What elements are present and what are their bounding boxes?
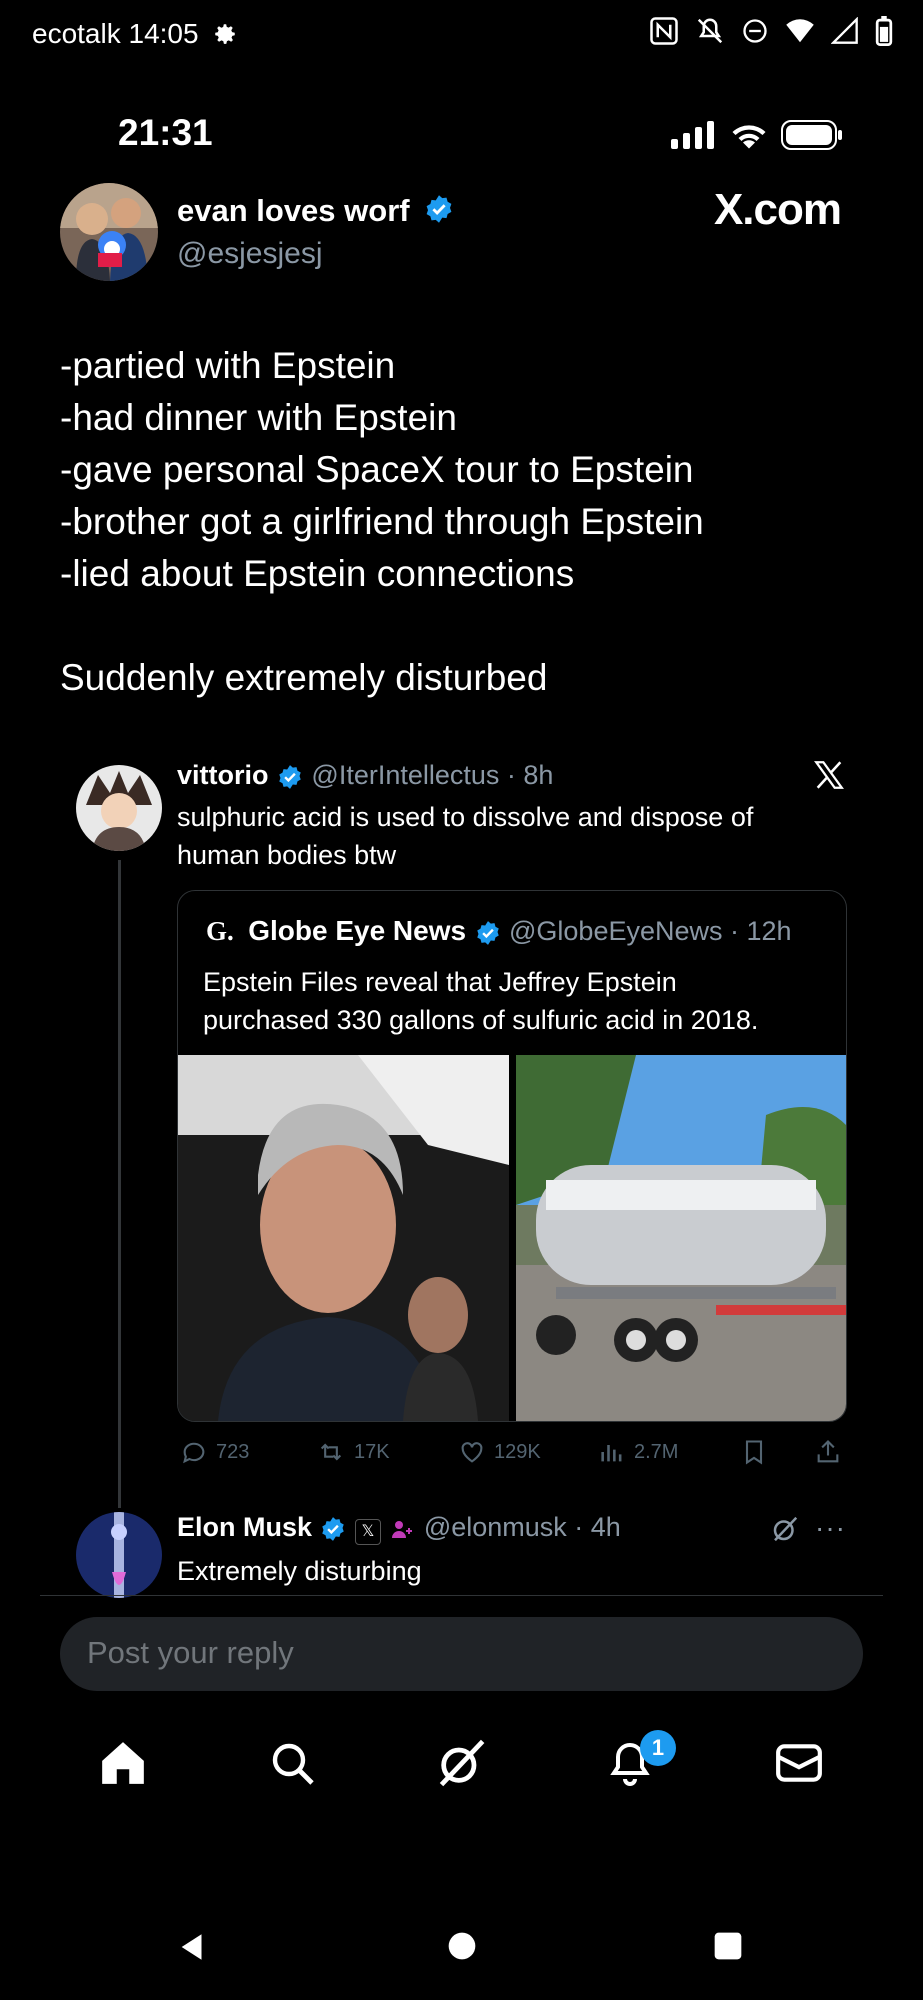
settings-gear-icon [212, 21, 238, 54]
author-avatar[interactable] [60, 183, 158, 281]
nested-name[interactable]: Globe Eye News [248, 915, 466, 946]
reply-text: Extremely disturbing [177, 1556, 422, 1586]
globe-eye-logo-icon: G. [206, 916, 234, 946]
author-handle[interactable]: @esjesjesj [177, 237, 323, 271]
battery-icon [875, 16, 893, 46]
share-icon[interactable] [814, 1438, 842, 1471]
image-gap [509, 1055, 516, 1421]
verified-badge-icon [475, 920, 501, 951]
nav-search[interactable] [262, 1735, 322, 1795]
nested-text-line: purchased 330 gallons of sulfuric acid i… [203, 1005, 759, 1035]
author-name-row[interactable]: evan loves worf [177, 193, 454, 232]
reply-count-value: 723 [216, 1440, 250, 1463]
quoted-meta: @IterIntellectus · 8h [311, 760, 554, 790]
nested-meta: @GlobeEyeNews · 12h [509, 916, 792, 946]
system-clock: 14:05 [128, 18, 199, 49]
verified-badge-icon [277, 764, 303, 795]
cell-signal-icon [831, 17, 859, 45]
grok-icon[interactable] [770, 1514, 800, 1549]
repost-count-value: 17K [354, 1440, 390, 1463]
quoted-name[interactable]: vittorio [177, 760, 269, 790]
thread-line [118, 860, 121, 1508]
like-count-value: 129K [494, 1440, 541, 1463]
post-body: -partied with Epstein -had dinner with E… [60, 340, 880, 704]
carrier-and-time: ecotalk 14:05 [32, 18, 238, 54]
nested-quote-card[interactable]: G. Globe Eye News @GlobeEyeNews · 12h Ep… [177, 890, 847, 1422]
battery-full-icon [781, 120, 843, 155]
quoted-text: sulphuric acid is used to dissolve and d… [177, 798, 857, 874]
nested-text: Epstein Files reveal that Jeffrey Epstei… [203, 963, 833, 1039]
android-home-icon[interactable] [446, 1930, 478, 1967]
mute-bell-icon [695, 16, 725, 46]
wifi-5g-icon [785, 17, 815, 45]
quoted-avatar[interactable] [76, 765, 162, 851]
post-line: -lied about Epstein connections [60, 553, 575, 594]
post-line: -had dinner with Epstein [60, 397, 457, 438]
system-status-bar: ecotalk 14:05 [0, 0, 923, 70]
nfc-icon [649, 16, 679, 46]
portrait-photo[interactable] [178, 1055, 509, 1421]
author-name[interactable]: evan loves worf [177, 193, 410, 228]
repost-count[interactable]: 17K [316, 1438, 390, 1466]
tanker-photo[interactable] [516, 1055, 846, 1421]
android-back-icon[interactable] [176, 1930, 210, 1969]
nav-home[interactable] [93, 1735, 153, 1795]
nested-text-line: Epstein Files reveal that Jeffrey Epstei… [203, 967, 677, 997]
wifi-icon [731, 121, 767, 154]
android-recents-icon[interactable] [712, 1930, 744, 1967]
x-logo-icon [812, 758, 846, 797]
mail-icon [774, 1740, 824, 1791]
nav-grok[interactable] [431, 1735, 491, 1795]
more-options-icon[interactable]: ··· [815, 1512, 846, 1544]
search-icon [268, 1739, 316, 1792]
reply-header: Elon Musk 𝕏 @elonmusk · 4h [177, 1512, 621, 1547]
nav-messages[interactable] [769, 1735, 829, 1795]
verified-badge-icon [424, 194, 454, 232]
system-icons [649, 16, 893, 46]
quoted-text-line: sulphuric acid is used to dissolve and d… [177, 802, 754, 832]
reply-meta: @elonmusk · 4h [423, 1512, 621, 1542]
grok-nav-icon [435, 1737, 487, 1794]
brand-watermark: X.com [713, 185, 842, 234]
notifications-badge: 1 [640, 1730, 676, 1766]
reply-placeholder: Post your reply [87, 1635, 294, 1670]
post-line: -gave personal SpaceX tour to Epstein [60, 449, 694, 490]
nested-header: G. Globe Eye News @GlobeEyeNews · 12h [206, 915, 792, 951]
do-not-disturb-icon [741, 17, 769, 45]
carrier-label: ecotalk [32, 18, 121, 49]
x-affiliate-badge-icon: 𝕏 [354, 1518, 381, 1545]
affiliate-person-icon [389, 1517, 413, 1546]
reply-divider [40, 1595, 883, 1596]
post-line: -brother got a girlfriend through Epstei… [60, 501, 704, 542]
view-count[interactable]: 2.7M [598, 1438, 678, 1466]
reply-count[interactable]: 723 [180, 1438, 249, 1466]
view-count-value: 2.7M [634, 1440, 679, 1463]
inner-clock: 21:31 [118, 112, 213, 153]
home-icon [98, 1738, 148, 1793]
signal-bars-icon [671, 121, 717, 154]
post-line: -partied with Epstein [60, 345, 396, 386]
post-line-blank [60, 600, 880, 652]
like-count[interactable]: 129K [458, 1438, 541, 1466]
quoted-header: vittorio @IterIntellectus · 8h [177, 760, 553, 795]
bookmark-icon[interactable] [740, 1438, 768, 1471]
inner-status-icons [671, 120, 843, 155]
reply-name[interactable]: Elon Musk [177, 1512, 312, 1542]
verified-badge-icon [320, 1516, 346, 1547]
post-line: Suddenly extremely disturbed [60, 657, 548, 698]
reply-avatar[interactable] [76, 1512, 162, 1598]
quoted-text-line: human bodies btw [177, 840, 397, 870]
